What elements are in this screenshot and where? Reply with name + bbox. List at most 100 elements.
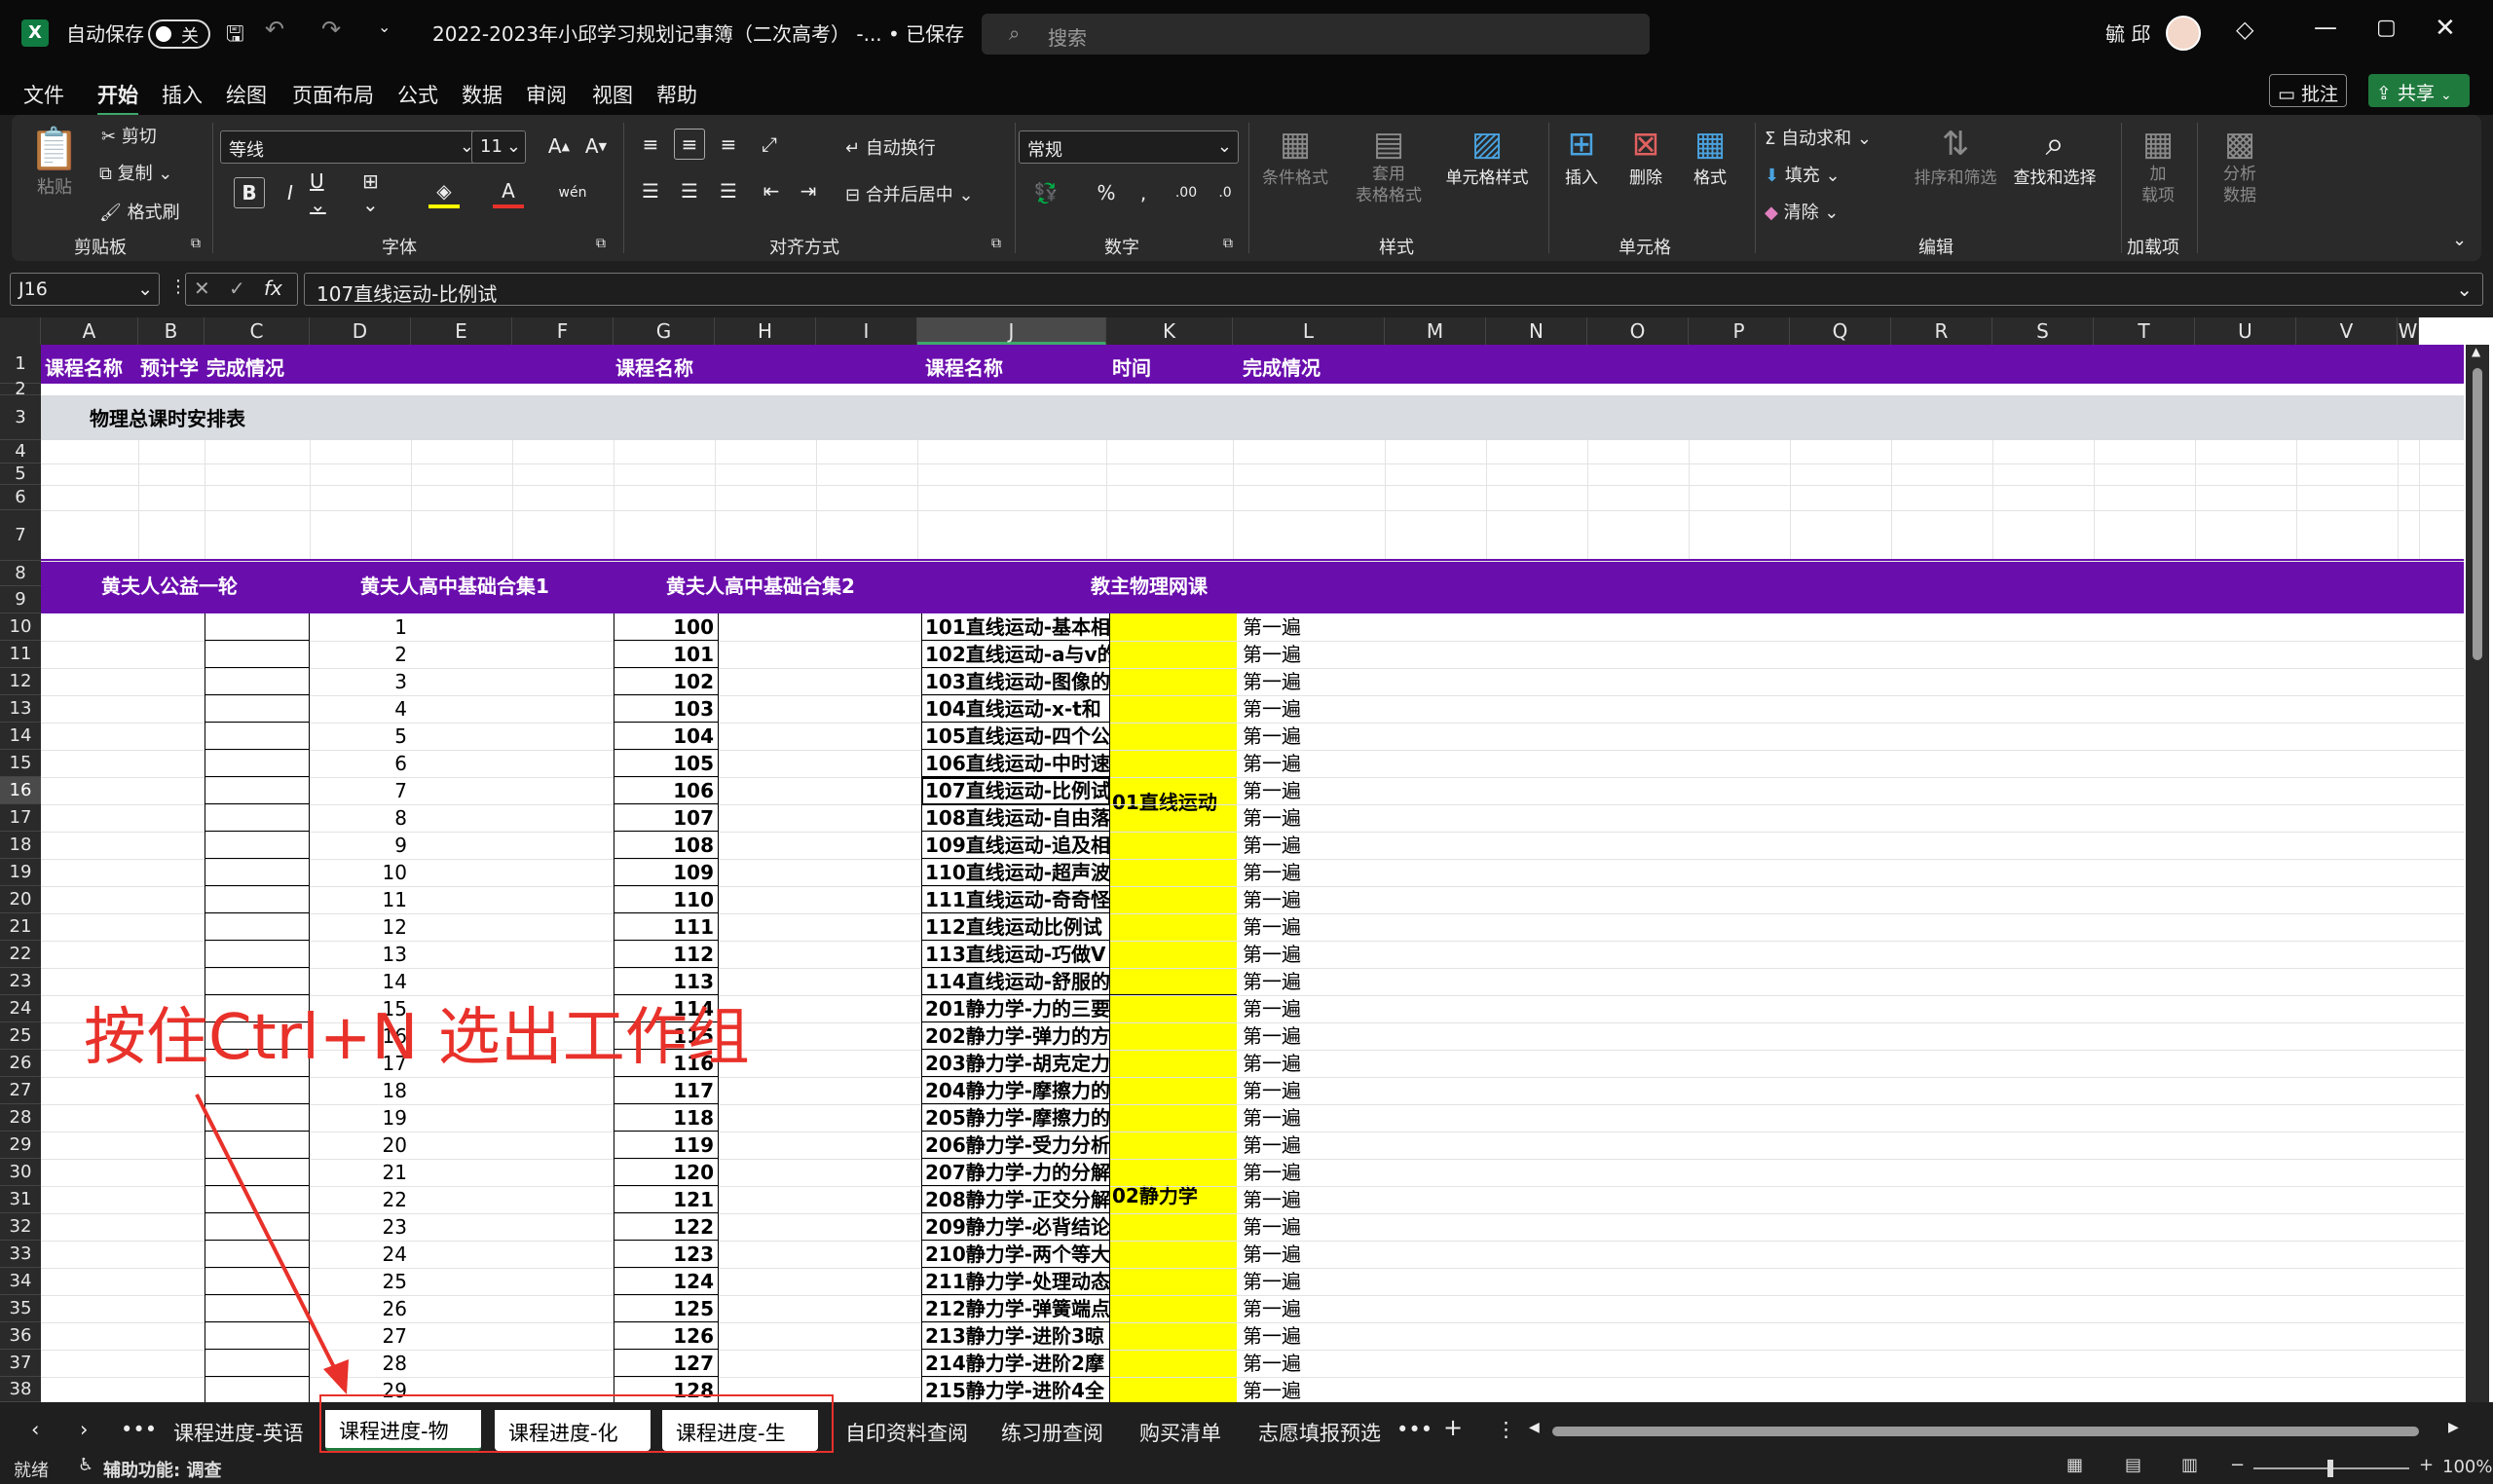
row-header-38[interactable]: 38 [0, 1377, 41, 1402]
row-header-34[interactable]: 34 [0, 1268, 41, 1295]
paste-button[interactable]: 📋 粘贴 [25, 125, 84, 222]
header-l[interactable]: 完成情况 [1243, 354, 1321, 382]
j-course-cell[interactable]: 109直线运动-追及相 [921, 832, 1110, 859]
row-header-24[interactable]: 24 [0, 995, 41, 1022]
l-status-cell[interactable]: 第一遍 [1241, 886, 1387, 913]
d-number-cell[interactable]: 8 [310, 804, 407, 832]
c-status-cell[interactable] [205, 641, 310, 668]
d-number-cell[interactable]: 27 [310, 1322, 407, 1350]
j-course-cell[interactable]: 206静力学-受力分析 [921, 1132, 1110, 1159]
d-number-cell[interactable]: 12 [310, 913, 407, 941]
expand-formula-icon[interactable]: ⌄ [2456, 278, 2473, 301]
header-k[interactable]: 时间 [1112, 354, 1151, 382]
row-header-21[interactable]: 21 [0, 913, 41, 941]
row-header-23[interactable]: 23 [0, 968, 41, 995]
g-number-cell[interactable]: 121 [614, 1186, 719, 1213]
collapse-ribbon-icon[interactable]: ⌄ [2452, 230, 2467, 250]
l-status-cell[interactable]: 第一遍 [1241, 832, 1387, 859]
name-box[interactable]: J16 ⌄ [10, 273, 160, 306]
menu-data[interactable]: 数据 [462, 80, 502, 109]
number-format-select[interactable]: 常规 ⌄ [1019, 130, 1239, 164]
decrease-indent-icon[interactable]: ⇤ [756, 175, 787, 206]
tab-application[interactable]: 志愿填报预选 [1258, 1418, 1381, 1447]
decrease-decimal-icon[interactable]: .0 [1209, 177, 1241, 208]
d-number-cell[interactable]: 1 [310, 613, 407, 641]
align-right-icon[interactable]: ☰ [713, 175, 744, 206]
g-number-cell[interactable]: 119 [614, 1132, 719, 1159]
j-course-cell[interactable]: 112直线运动比例试 [921, 913, 1110, 941]
c-status-cell[interactable] [205, 886, 310, 913]
g-number-cell[interactable]: 108 [614, 832, 719, 859]
column-header-d[interactable]: D [310, 317, 411, 345]
minimize-icon[interactable]: — [2314, 14, 2337, 41]
tab-shopping-list[interactable]: 购买清单 [1139, 1418, 1221, 1447]
sheet-title[interactable]: 物理总课时安排表 [90, 405, 245, 432]
undo-icon[interactable]: ↶ [265, 16, 284, 43]
d-number-cell[interactable]: 2 [310, 641, 407, 668]
j-course-cell[interactable]: 111直线运动-奇奇怪 [921, 886, 1110, 913]
g-number-cell[interactable]: 105 [614, 750, 719, 777]
g-number-cell[interactable]: 109 [614, 859, 719, 886]
normal-view-icon[interactable]: ▦ [2066, 1455, 2083, 1475]
user-name[interactable]: 毓 邱 [2105, 19, 2150, 47]
delete-cells-button[interactable]: ⊠ 删除 [1619, 125, 1673, 188]
column-header-o[interactable]: O [1587, 317, 1689, 345]
decrease-font-icon[interactable]: A ▼ [580, 130, 612, 162]
j-course-cell[interactable]: 105直线运动-四个公 [921, 723, 1110, 750]
l-status-cell[interactable]: 第一遍 [1241, 1159, 1387, 1186]
avatar[interactable] [2166, 16, 2201, 51]
menu-page-layout[interactable]: 页面布局 [292, 80, 374, 109]
analyze-data-button[interactable]: ▩ 分析 数据 [2209, 125, 2271, 206]
save-icon[interactable]: 🖫 [226, 18, 244, 55]
search-box[interactable]: ⌕ 搜索 [982, 14, 1650, 55]
clear-button[interactable]: ◆ 清除 ⌄ [1765, 199, 1839, 224]
sort-filter-button[interactable]: ⇅ 排序和筛选 [1909, 125, 2002, 188]
select-all-corner[interactable] [0, 317, 41, 345]
align-middle-icon[interactable]: ≡ [674, 129, 705, 160]
section-g[interactable]: 黄夫人高中基础合集2 [666, 573, 855, 600]
j-course-cell[interactable]: 210静力学-两个等大 [921, 1241, 1110, 1268]
j-course-cell[interactable]: 104直线运动-x-t和 [921, 695, 1110, 723]
zoom-slider[interactable] [2253, 1460, 2409, 1477]
customize-qat-icon[interactable]: ⌄ [378, 18, 391, 36]
g-number-cell[interactable]: 123 [614, 1241, 719, 1268]
d-number-cell[interactable]: 21 [310, 1159, 407, 1186]
cancel-icon[interactable]: ✕ [194, 277, 210, 300]
row-header-33[interactable]: 33 [0, 1241, 41, 1268]
confirm-icon[interactable]: ✓ [229, 277, 245, 300]
column-header-k[interactable]: K [1106, 317, 1233, 345]
header-c[interactable]: 完成情况 [206, 354, 284, 382]
row-header-3[interactable]: 3 [0, 395, 41, 440]
row-header-2[interactable]: 2 [0, 381, 41, 398]
d-number-cell[interactable]: 5 [310, 723, 407, 750]
c-status-cell[interactable] [205, 1268, 310, 1295]
row-header-1[interactable]: 1 [0, 345, 41, 384]
g-number-cell[interactable]: 101 [614, 641, 719, 668]
j-course-cell[interactable]: 202静力学-弹力的方 [921, 1022, 1110, 1050]
selected-cell[interactable] [921, 777, 1110, 805]
align-center-icon[interactable]: ☰ [674, 175, 705, 206]
font-size-select[interactable]: 11 ⌄ [471, 130, 526, 164]
accessibility-status[interactable]: 辅助功能: 调查 [103, 1457, 221, 1482]
l-status-cell[interactable]: 第一遍 [1241, 1241, 1387, 1268]
column-header-v[interactable]: V [2296, 317, 2398, 345]
j-course-cell[interactable]: 215静力学-进阶4全 [921, 1377, 1110, 1402]
clipboard-launcher-icon[interactable]: ⧉ [191, 236, 201, 251]
row-header-10[interactable]: 10 [0, 613, 41, 641]
scroll-right-icon[interactable]: ▶ [2448, 1420, 2459, 1435]
conditional-format-button[interactable]: ▦ 条件格式 [1256, 125, 1334, 188]
g-number-cell[interactable]: 100 [614, 613, 719, 641]
tab-prev-icon[interactable]: ‹ [31, 1418, 39, 1441]
c-status-cell[interactable] [205, 941, 310, 968]
close-icon[interactable]: ✕ [2435, 14, 2456, 43]
d-number-cell[interactable]: 22 [310, 1186, 407, 1213]
g-number-cell[interactable]: 112 [614, 941, 719, 968]
format-cells-button[interactable]: ▦ 格式 [1683, 125, 1737, 188]
l-status-cell[interactable]: 第一遍 [1241, 804, 1387, 832]
zoom-level[interactable]: 100% [2442, 1457, 2492, 1477]
menu-home[interactable]: 开始 [97, 80, 138, 116]
l-status-cell[interactable]: 第一遍 [1241, 668, 1387, 695]
l-status-cell[interactable]: 第一遍 [1241, 641, 1387, 668]
row-header-19[interactable]: 19 [0, 859, 41, 886]
phonetic-icon[interactable]: wén [557, 177, 588, 208]
